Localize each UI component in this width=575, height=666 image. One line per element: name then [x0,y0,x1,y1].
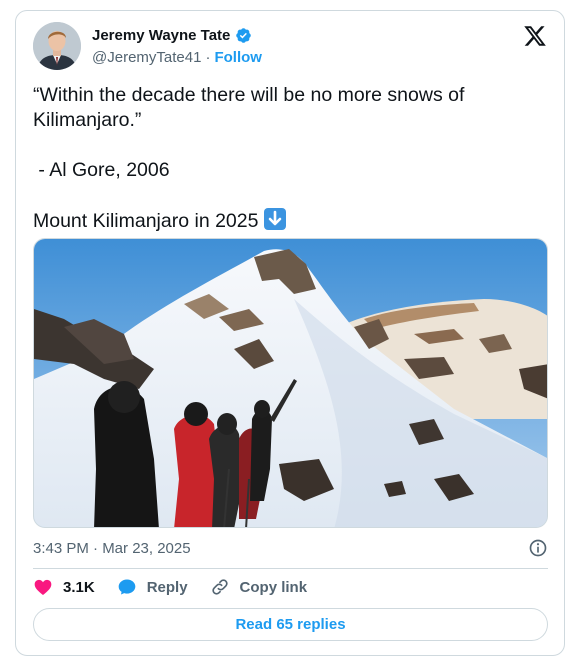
action-bar: 3.1K Reply Copy link [33,577,329,597]
reply-button[interactable]: Reply [117,577,188,597]
reply-label: Reply [146,578,188,596]
author-display-name[interactable]: Jeremy Wayne Tate [92,27,230,44]
author-name-row: Jeremy Wayne Tate [92,27,252,44]
speech-bubble-icon [118,579,136,595]
x-logo-icon[interactable] [523,24,547,48]
separator-dot: · [205,49,211,66]
follow-button[interactable]: Follow [214,49,262,66]
tweet-meta-row: 3:43 PM · Mar 23, 2025 [33,538,548,558]
tweet-attribution: - Al Gore, 2006 [33,159,170,181]
tweet-text: “Within the decade there will be no more… [33,83,543,234]
tweet-caption-line: Mount Kilimanjaro in 2025 [33,208,543,234]
tweet-timestamp[interactable]: 3:43 PM · Mar 23, 2025 [33,540,191,557]
tweet-caption: Mount Kilimanjaro in 2025 [33,210,259,232]
read-replies-button[interactable]: Read 65 replies [33,608,548,641]
verified-badge-icon [236,28,252,43]
copy-link-label: Copy link [239,578,308,596]
link-icon [211,579,228,595]
like-count: 3.1K [63,578,95,596]
copy-link-button[interactable]: Copy link [210,577,308,597]
author-handle-row: @JeremyTate41 · Follow [92,49,262,66]
divider [33,568,548,569]
avatar-image [33,22,81,70]
tweet-quote: “Within the decade there will be no more… [33,84,470,131]
like-button[interactable]: 3.1K [33,577,95,597]
heart-icon [34,579,52,595]
down-arrow-emoji-icon [264,208,287,230]
tweet-card: Jeremy Wayne Tate @JeremyTate41 · Follow… [15,10,565,656]
kilimanjaro-photo [34,239,547,527]
avatar[interactable] [33,22,81,70]
tweet-photo[interactable] [33,238,548,528]
info-icon[interactable] [528,538,548,558]
author-handle[interactable]: @JeremyTate41 [92,49,201,66]
